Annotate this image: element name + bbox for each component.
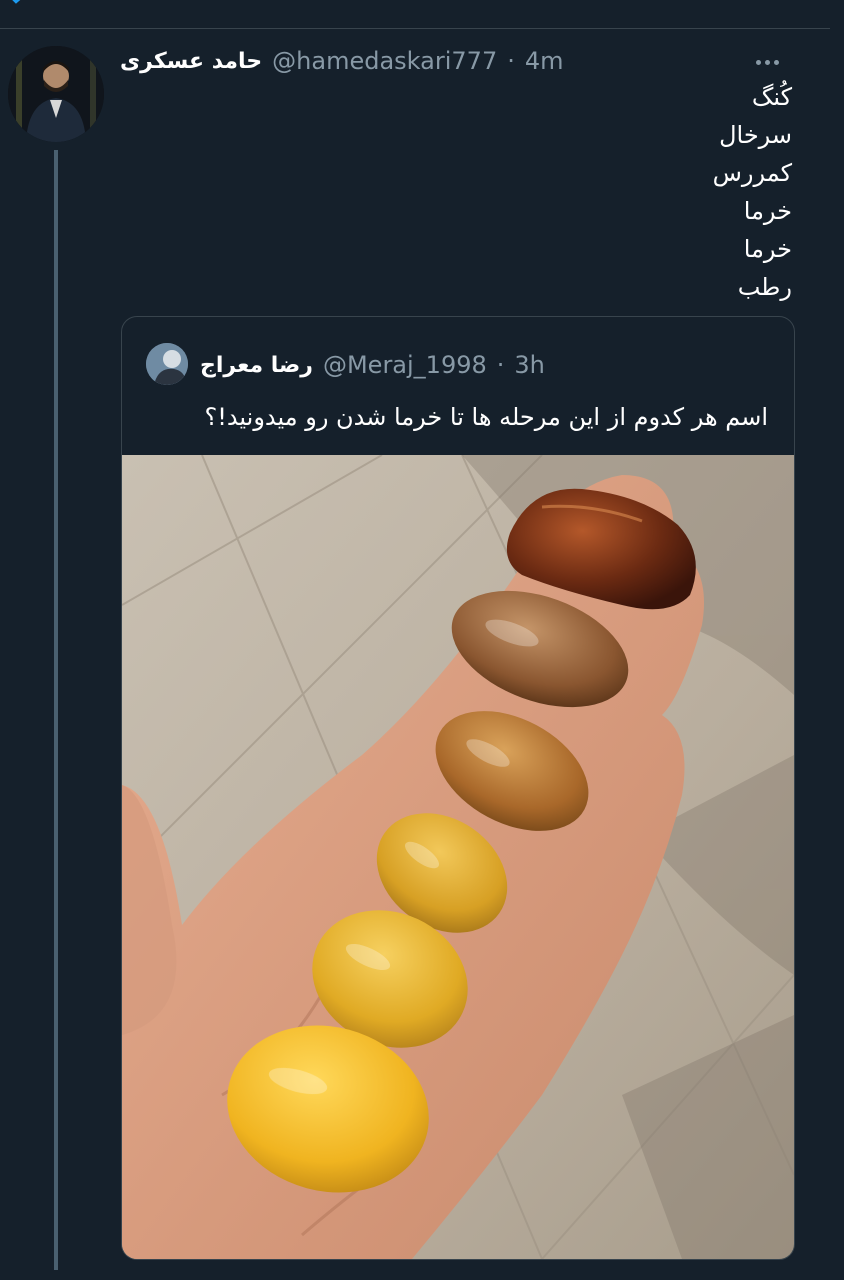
more-horizontal-icon[interactable] <box>756 50 788 65</box>
tweet-photo[interactable] <box>122 455 794 1259</box>
tweet-line: سرخال <box>719 121 792 149</box>
tweet-header: حامد عسکری @hamedaskari777 · 4m <box>120 44 600 78</box>
quoted-author-handle[interactable]: @Meraj_1998 <box>323 351 487 379</box>
quoted-avatar[interactable] <box>146 343 188 385</box>
check-icon <box>12 0 21 4</box>
tweet-line: خرما <box>743 235 792 263</box>
tweet-line: خرما <box>743 197 792 225</box>
tweet-text: کُنگ سرخال کمررس خرما خرما رطب <box>620 78 792 306</box>
quoted-tweet-card[interactable]: رضا معراج @Meraj_1998 · 3h اسم هر کدوم ا… <box>121 316 795 1260</box>
author-name[interactable]: حامد عسکری <box>120 49 262 74</box>
avatar[interactable] <box>8 46 104 142</box>
thread-connector <box>54 150 58 1270</box>
quoted-author-name[interactable]: رضا معراج <box>200 353 313 378</box>
tweet-line: کُنگ <box>751 83 792 111</box>
quoted-tweet-text: اسم هر کدوم از این مرحله ها تا خرما شدن … <box>204 403 768 431</box>
author-handle[interactable]: @hamedaskari777 <box>272 47 497 75</box>
tweet-line: کمررس <box>712 159 792 187</box>
separator-dot: · <box>496 351 505 379</box>
tweet-line: رطب <box>737 273 792 301</box>
tweet-time[interactable]: 4m <box>525 47 564 75</box>
top-divider <box>0 28 830 29</box>
quoted-tweet-time[interactable]: 3h <box>514 351 544 379</box>
quoted-tweet-header: رضا معراج @Meraj_1998 · 3h <box>200 347 545 383</box>
separator-dot: · <box>507 47 515 75</box>
